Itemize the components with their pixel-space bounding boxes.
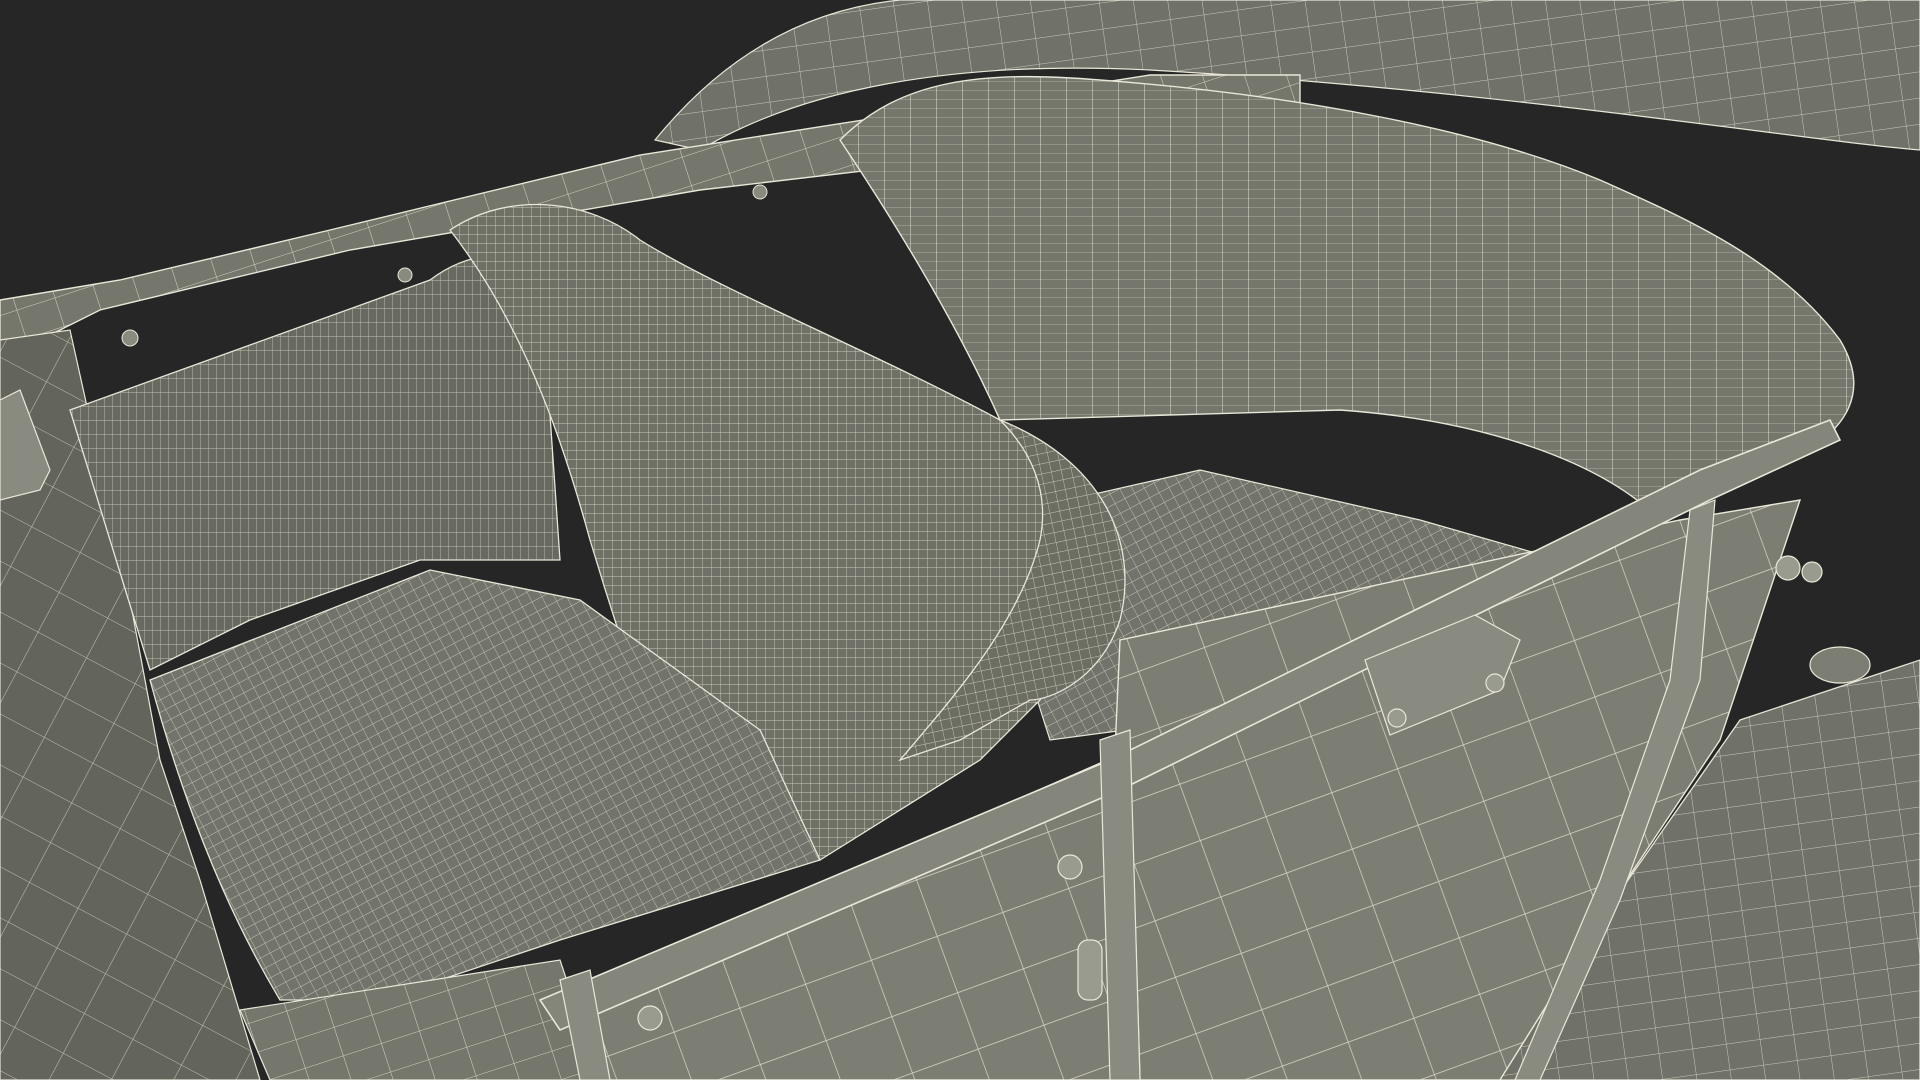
wireframe-scene	[0, 0, 1920, 1080]
rivet-5	[1775, 555, 1801, 581]
door-handle	[1077, 939, 1103, 1001]
rivet-1	[1057, 854, 1083, 880]
rail-post-1	[121, 329, 139, 347]
rivet-2	[637, 1005, 663, 1031]
render-viewport	[0, 0, 1920, 1080]
rail-post-2	[397, 267, 413, 283]
rivet-4	[1485, 673, 1505, 693]
spare-wheel-hub	[1809, 646, 1871, 684]
rivet-3	[1387, 708, 1407, 728]
rail-post-3	[752, 184, 768, 200]
rivet-6	[1801, 561, 1823, 583]
